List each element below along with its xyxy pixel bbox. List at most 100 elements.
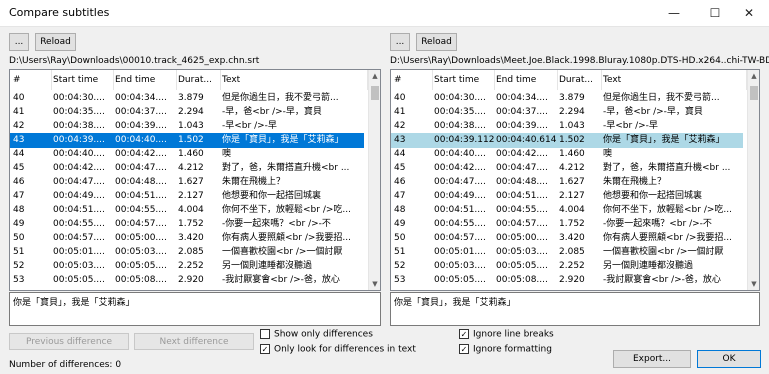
column-header[interactable]: # bbox=[10, 70, 52, 90]
right-scroll-thumb[interactable] bbox=[750, 86, 758, 100]
table-row[interactable]: 47 00:04:49.... 00:04:51.... 2.127 他想要和你一起搭回… bbox=[391, 189, 743, 204]
table-cell: 51 bbox=[13, 247, 25, 257]
table-cell: 1.043 bbox=[559, 121, 585, 131]
left-subtitle-grid[interactable]: ▲ ▼ # Start time End time Durat... Text 40 00:… bbox=[9, 69, 381, 291]
table-row[interactable]: 44 00:04:40.... 00:04:42.... 1.460 噢 bbox=[391, 147, 743, 162]
table-cell: 48 bbox=[394, 205, 406, 215]
column-header[interactable]: # bbox=[391, 70, 433, 90]
right-subtitle-grid[interactable]: ▲ ▼ # Start time End time Durat... Text 40 00:… bbox=[390, 69, 760, 291]
checkbox-empty-icon[interactable] bbox=[260, 329, 270, 339]
table-row[interactable]: 50 00:04:57.... 00:05:00.... 3.420 你有病人要照顧<b… bbox=[391, 231, 743, 246]
minimize-icon[interactable]: — bbox=[654, 0, 694, 26]
left-reload-button[interactable]: Reload bbox=[35, 33, 76, 51]
right-scrollbar[interactable]: ▲ ▼ bbox=[747, 70, 759, 290]
table-row[interactable]: 41 00:04:35.... 00:04:37.... 2.294 -早，爸<br /… bbox=[391, 105, 743, 120]
table-row[interactable]: 40 00:04:30.... 00:04:34.... 3.879 但是你過生日，我不… bbox=[391, 91, 743, 106]
table-cell: 4.004 bbox=[178, 205, 204, 215]
table-cell: 朱爾在飛機上？ bbox=[222, 177, 286, 187]
table-row[interactable]: 42 00:04:38.... 00:04:39.... 1.043 -早<br />-… bbox=[10, 119, 364, 134]
table-row[interactable]: 50 00:04:57.... 00:05:00.... 3.420 你有病人要照顧<b… bbox=[10, 231, 364, 246]
table-cell: 1.752 bbox=[559, 219, 585, 229]
scroll-down-icon[interactable]: ▼ bbox=[748, 278, 759, 290]
table-cell: 00:04:42.... bbox=[496, 149, 548, 159]
table-cell: -早<br />-早 bbox=[222, 121, 277, 131]
ignore-line-breaks-checkbox[interactable]: ✓ Ignore line breaks bbox=[459, 329, 554, 340]
table-row[interactable]: 42 00:04:38.... 00:04:39.... 1.043 -早<br />-… bbox=[391, 119, 743, 134]
table-cell: 2.252 bbox=[178, 261, 204, 271]
table-cell: 2.294 bbox=[559, 107, 585, 117]
show-only-differences-checkbox[interactable]: Show only differences bbox=[260, 329, 373, 340]
right-text-preview[interactable]: 你是「寶貝」，我是「艾莉森」 bbox=[390, 292, 760, 326]
table-cell: 2.920 bbox=[178, 275, 204, 285]
table-row[interactable]: 48 00:04:51.... 00:04:55.... 4.004 你何不坐下，放輕鬆… bbox=[391, 203, 743, 218]
table-cell: 噢 bbox=[603, 149, 613, 159]
table-row[interactable]: 41 00:04:35.... 00:04:37.... 2.294 -早，爸<br /… bbox=[10, 105, 364, 120]
table-row[interactable]: 47 00:04:49.... 00:04:51.... 2.127 他想要和你一起搭回… bbox=[10, 189, 364, 204]
table-row[interactable]: 45 00:04:42.... 00:04:47.... 4.212 對了，爸，朱爾搭直… bbox=[10, 161, 364, 176]
table-cell: 42 bbox=[13, 121, 25, 131]
next-difference-button[interactable]: Next difference bbox=[134, 333, 254, 350]
table-cell: -你要一起來嗎？<br />-不 bbox=[603, 219, 712, 229]
left-scrollbar[interactable]: ▲ ▼ bbox=[368, 70, 380, 290]
left-text-preview[interactable]: 你是「寶貝」，我是「艾莉森」 bbox=[9, 292, 381, 326]
left-browse-button[interactable]: ... bbox=[9, 33, 29, 51]
left-scroll-thumb[interactable] bbox=[371, 86, 379, 100]
column-header[interactable]: Durat... bbox=[175, 70, 221, 90]
table-row[interactable]: 52 00:05:03.... 00:05:05.... 2.252 另一個則連睡都沒聽… bbox=[10, 259, 364, 274]
table-cell: 00:04:51.... bbox=[434, 205, 486, 215]
table-row[interactable]: 43 00:04:39.112 00:04:40.614 1.502 你是「寶貝」，我是… bbox=[391, 133, 743, 148]
table-cell: 00:04:34.... bbox=[496, 93, 548, 103]
table-cell: 00:04:34.... bbox=[115, 93, 167, 103]
table-cell: 00:04:55.... bbox=[434, 219, 486, 229]
check-icon[interactable]: ✓ bbox=[459, 329, 469, 339]
table-row[interactable]: 51 00:05:01.... 00:05:03.... 2.085 一個喜歡校園<br… bbox=[391, 245, 743, 260]
column-header[interactable]: End time bbox=[493, 70, 558, 90]
close-icon[interactable]: ✕ bbox=[729, 0, 769, 26]
table-row[interactable]: 45 00:04:42.... 00:04:47.... 4.212 對了，爸，朱爾搭直… bbox=[391, 161, 743, 176]
table-cell: 1.752 bbox=[178, 219, 204, 229]
column-header[interactable]: Start time bbox=[50, 70, 114, 90]
table-cell: 但是你過生日，我不愛弓箭... bbox=[222, 93, 339, 103]
table-row[interactable]: 44 00:04:40.... 00:04:42.... 1.460 噢 bbox=[10, 147, 364, 162]
table-row[interactable]: 52 00:05:03.... 00:05:05.... 2.252 另一個則連睡都沒聽… bbox=[391, 259, 743, 274]
table-cell: 00:04:30.... bbox=[434, 93, 486, 103]
table-cell: 48 bbox=[13, 205, 25, 215]
scroll-down-icon[interactable]: ▼ bbox=[369, 278, 380, 290]
table-row[interactable]: 43 00:04:39.... 00:04:40.... 1.502 你是「寶貝」，我是… bbox=[10, 133, 364, 148]
column-header[interactable]: Durat... bbox=[556, 70, 602, 90]
table-cell: 00:05:03.... bbox=[115, 247, 167, 257]
check-icon[interactable]: ✓ bbox=[260, 344, 270, 354]
table-row[interactable]: 40 00:04:30.... 00:04:34.... 3.879 但是你過生日，我不… bbox=[10, 91, 364, 106]
ignore-formatting-checkbox[interactable]: ✓ Ignore formatting bbox=[459, 344, 552, 355]
scroll-up-icon[interactable]: ▲ bbox=[369, 70, 380, 82]
right-reload-button[interactable]: Reload bbox=[416, 33, 457, 51]
table-row[interactable]: 48 00:04:51.... 00:04:55.... 4.004 你何不坐下，放輕鬆… bbox=[10, 203, 364, 218]
column-header[interactable]: Text bbox=[219, 70, 368, 90]
table-cell: 43 bbox=[394, 135, 406, 145]
table-cell: 另一個則連睡都沒聽過 bbox=[603, 261, 694, 271]
table-row[interactable]: 53 00:05:05.... 00:05:08.... 2.920 -我討厭宴會<br… bbox=[391, 273, 743, 288]
scroll-up-icon[interactable]: ▲ bbox=[748, 70, 759, 82]
table-row[interactable]: 49 00:04:55.... 00:04:57.... 1.752 -你要一起來嗎？<… bbox=[391, 217, 743, 232]
check-icon[interactable]: ✓ bbox=[459, 344, 469, 354]
table-cell: 00:04:51.... bbox=[496, 191, 548, 201]
table-cell: 47 bbox=[394, 191, 406, 201]
column-header[interactable]: End time bbox=[112, 70, 177, 90]
table-row[interactable]: 49 00:04:55.... 00:04:57.... 1.752 -你要一起來嗎？<… bbox=[10, 217, 364, 232]
previous-difference-button[interactable]: Previous difference bbox=[9, 333, 129, 350]
ok-button[interactable]: OK bbox=[697, 350, 761, 368]
table-row[interactable]: 46 00:04:47.... 00:04:48.... 1.627 朱爾在飛機上？ bbox=[10, 175, 364, 190]
column-header[interactable]: Start time bbox=[431, 70, 495, 90]
table-cell: -早，爸<br />-早，寶貝 bbox=[222, 107, 322, 117]
table-row[interactable]: 53 00:05:05.... 00:05:08.... 2.920 -我討厭宴會<br… bbox=[10, 273, 364, 288]
right-browse-button[interactable]: ... bbox=[390, 33, 410, 51]
only-text-differences-checkbox[interactable]: ✓ Only look for differences in text bbox=[260, 344, 416, 355]
table-row[interactable]: 51 00:05:01.... 00:05:03.... 2.085 一個喜歡校園<br… bbox=[10, 245, 364, 260]
table-cell: 00:05:01.... bbox=[53, 247, 105, 257]
table-cell: 你有病人要照顧<br />我要招... bbox=[603, 233, 732, 243]
table-cell: 41 bbox=[13, 107, 25, 117]
table-cell: 00:04:40.614 bbox=[496, 135, 557, 145]
column-header[interactable]: Text bbox=[600, 70, 747, 90]
export-button[interactable]: Export... bbox=[613, 350, 691, 368]
table-row[interactable]: 46 00:04:47.... 00:04:48.... 1.627 朱爾在飛機上？ bbox=[391, 175, 743, 190]
